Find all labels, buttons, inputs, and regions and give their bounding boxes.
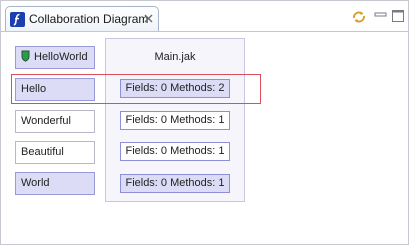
sync-icon[interactable] bbox=[351, 9, 367, 25]
feature-world[interactable]: World bbox=[15, 172, 95, 195]
diagram-canvas[interactable]: Main.jak Fields: 0 Methods: 2 Fields: 0 … bbox=[1, 32, 408, 244]
feature-label: World bbox=[21, 177, 50, 189]
feature-label: Beautiful bbox=[21, 146, 64, 158]
class-column-main[interactable]: Main.jak Fields: 0 Methods: 2 Fields: 0 … bbox=[105, 38, 245, 202]
editor-tab-bar: Collaboration Diagram bbox=[1, 1, 408, 35]
maximize-icon[interactable] bbox=[392, 9, 404, 22]
role-wonderful[interactable]: Fields: 0 Methods: 1 bbox=[120, 111, 230, 130]
feature-wonderful[interactable]: Wonderful bbox=[15, 110, 95, 133]
close-icon[interactable] bbox=[143, 13, 154, 24]
feature-label: Wonderful bbox=[21, 115, 71, 127]
selection-highlight bbox=[11, 74, 261, 104]
feature-beautiful[interactable]: Beautiful bbox=[15, 141, 95, 164]
feature-label: HelloWorld bbox=[34, 51, 88, 63]
class-title: Main.jak bbox=[154, 51, 196, 63]
featureide-diagram-icon bbox=[10, 12, 25, 27]
feature-helloworld[interactable]: HelloWorld bbox=[15, 46, 95, 69]
collaboration-diagram-editor: Collaboration Diagram Main.jak Fields: 0… bbox=[0, 0, 409, 245]
shield-icon bbox=[21, 49, 30, 70]
role-beautiful[interactable]: Fields: 0 Methods: 1 bbox=[120, 142, 230, 161]
tab-collaboration-diagram[interactable]: Collaboration Diagram bbox=[5, 6, 159, 32]
role-world[interactable]: Fields: 0 Methods: 1 bbox=[120, 174, 230, 193]
minimize-icon[interactable] bbox=[374, 9, 387, 22]
tab-title: Collaboration Diagram bbox=[29, 12, 149, 26]
